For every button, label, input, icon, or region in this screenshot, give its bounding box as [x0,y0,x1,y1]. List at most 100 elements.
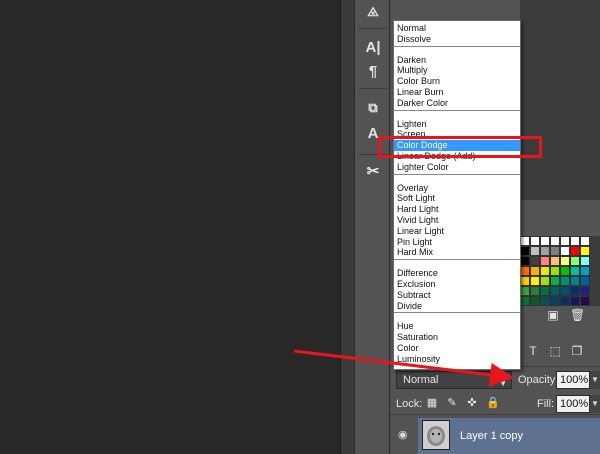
blend-mode-option[interactable]: Linear Burn [394,87,520,98]
swatch[interactable] [550,246,560,256]
swatch[interactable] [530,246,540,256]
swatch[interactable] [520,286,530,296]
swatch[interactable] [530,236,540,246]
new-swatch-icon[interactable]: ▣ [546,308,560,322]
opacity-dropdown-icon[interactable]: ▼ [590,371,600,389]
clone-source-icon[interactable]: ⧉ [363,98,383,118]
swatches-scrollbar[interactable] [590,236,600,306]
swatch[interactable] [560,246,570,256]
blend-mode-option[interactable]: Saturation [394,332,520,343]
blend-mode-option[interactable]: Vivid Light [394,215,520,226]
swatch[interactable] [540,286,550,296]
document-canvas[interactable] [0,0,340,454]
swatch[interactable] [580,266,590,276]
swatch[interactable] [580,286,590,296]
swatch[interactable] [540,246,550,256]
blend-mode-option[interactable]: Color [394,343,520,354]
swatch[interactable] [560,266,570,276]
character-icon[interactable]: A| [363,38,383,58]
swatch[interactable] [560,286,570,296]
blend-mode-option[interactable]: Normal [394,23,520,34]
blend-mode-option[interactable]: Hard Mix [394,247,520,258]
swatch[interactable] [530,266,540,276]
swatch[interactable] [570,256,580,266]
panel-icon-strip: ⨻ A| ¶ ⧉ A ✂ [354,0,390,454]
swatch[interactable] [540,266,550,276]
swatch[interactable] [540,296,550,306]
swatch[interactable] [520,296,530,306]
swatch[interactable] [570,266,580,276]
fill-dropdown-icon[interactable]: ▼ [590,395,600,413]
blend-mode-option[interactable]: Darken [394,55,520,66]
eye-icon[interactable]: ◉ [398,429,412,441]
swatch[interactable] [530,256,540,266]
blend-mode-option[interactable]: Divide [394,301,520,312]
blend-mode-option[interactable]: Overlay [394,183,520,194]
swatch[interactable] [550,236,560,246]
blend-mode-option[interactable]: Subtract [394,290,520,301]
swatch[interactable] [520,246,530,256]
type-filter-icon[interactable]: T [526,344,540,358]
blend-mode-option[interactable]: Exclusion [394,279,520,290]
swatch[interactable] [550,286,560,296]
blend-mode-option[interactable]: Hard Light [394,204,520,215]
swatch[interactable] [580,246,590,256]
blend-mode-option[interactable]: Darker Color [394,98,520,109]
lock-image-icon[interactable]: ✎ [446,397,458,409]
paragraph-styles-icon[interactable]: ⨻ [363,2,383,22]
swatch[interactable] [550,266,560,276]
blend-mode-select[interactable]: Normal ▲ ▼ [396,371,512,389]
swatch[interactable] [520,236,530,246]
swatch[interactable] [560,236,570,246]
lock-all-icon[interactable]: 🔒 [486,397,500,409]
swatch[interactable] [580,276,590,286]
blend-mode-option[interactable]: Multiply [394,65,520,76]
blend-mode-option[interactable]: Lighten [394,119,520,130]
opacity-input[interactable]: 100% [556,371,590,389]
swatch[interactable] [570,296,580,306]
swatch[interactable] [580,256,590,266]
swatch[interactable] [570,276,580,286]
blend-mode-option[interactable]: Luminosity [394,354,520,365]
swatch[interactable] [530,296,540,306]
swatch[interactable] [540,276,550,286]
swatch[interactable] [520,266,530,276]
swatch[interactable] [520,256,530,266]
swatch[interactable] [530,286,540,296]
swatch[interactable] [570,236,580,246]
swatch[interactable] [520,276,530,286]
blend-mode-option[interactable]: Color Burn [394,76,520,87]
swatch[interactable] [550,256,560,266]
swatches-panel-header [520,222,600,234]
swatch[interactable] [560,256,570,266]
blend-mode-option[interactable]: Difference [394,268,520,279]
lock-position-icon[interactable]: ✜ [466,397,478,409]
layer-item[interactable]: ◉ Layer 1 copy [390,414,600,454]
swatch[interactable] [570,246,580,256]
swatch[interactable] [550,296,560,306]
swatch[interactable] [540,256,550,266]
swatch[interactable] [580,296,590,306]
lock-transparent-icon[interactable]: ▦ [426,397,438,409]
paragraph-icon[interactable]: ¶ [363,62,383,82]
swatch[interactable] [570,286,580,296]
swatch[interactable] [550,276,560,286]
smart-object-filter-icon[interactable]: ❐ [570,344,584,358]
layer-item-selected[interactable]: Layer 1 copy [418,418,600,454]
swatch[interactable] [540,236,550,246]
blend-mode-option[interactable]: Soft Light [394,193,520,204]
swatch[interactable] [530,276,540,286]
fill-input[interactable]: 100% [556,395,590,413]
shape-filter-icon[interactable]: ⬚ [548,344,562,358]
blend-mode-option[interactable]: Hue [394,321,520,332]
swatch[interactable] [560,296,570,306]
blend-mode-option[interactable]: Pin Light [394,237,520,248]
panel-dock-divider[interactable] [340,0,354,454]
blend-mode-option[interactable]: Dissolve [394,34,520,45]
tool-presets-icon[interactable]: ✂ [363,162,383,182]
blend-mode-option[interactable]: Lighter Color [394,162,520,173]
blend-mode-option[interactable]: Linear Light [394,226,520,237]
delete-swatch-icon[interactable]: 🗑 [570,308,585,322]
swatch[interactable] [560,276,570,286]
swatch[interactable] [580,236,590,246]
